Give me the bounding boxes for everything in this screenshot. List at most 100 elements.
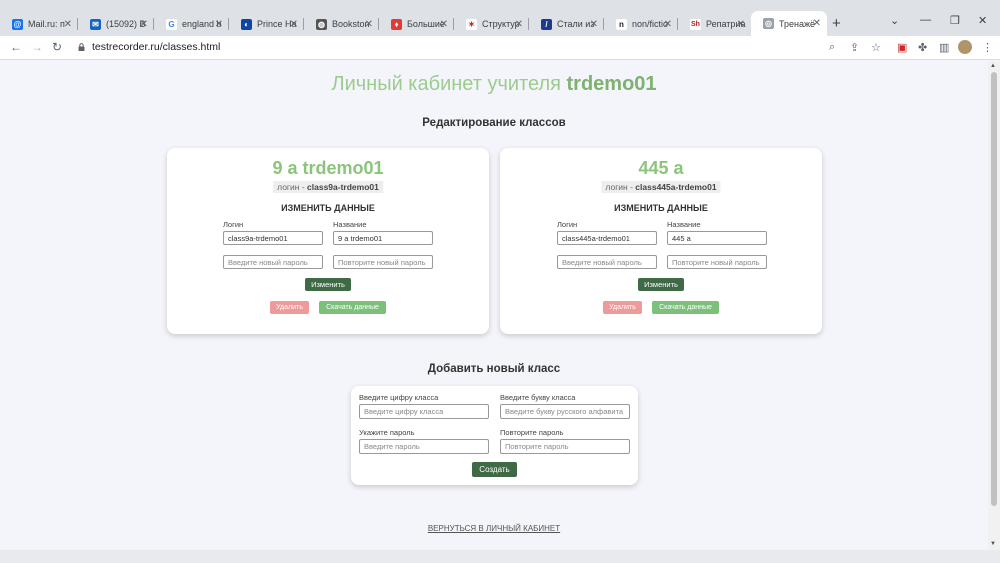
forward-arrow-icon[interactable]: → <box>31 40 43 54</box>
change-button[interactable]: Изменить <box>305 278 351 291</box>
browser-tab-strip: @ Mail.ru: п ✕ ✉ (15092) В ✕ G england b… <box>0 0 1000 36</box>
login-input[interactable] <box>223 231 323 245</box>
new-password-input[interactable] <box>557 255 657 269</box>
new-password-input[interactable] <box>223 255 323 269</box>
class-card: 445 а логин - class445a-trdemo01 ИЗМЕНИТ… <box>500 148 822 334</box>
new-tab-icon[interactable]: + <box>832 15 841 32</box>
repeat-password-input[interactable] <box>500 439 630 454</box>
globe-icon: ◍ <box>316 18 327 30</box>
back-link-text[interactable]: ВЕРНУТЬСЯ В ЛИЧНЫЙ КАБИНЕТ <box>428 524 560 533</box>
login-prefix: логин - <box>605 182 636 192</box>
browser-tab[interactable]: ✶ Структур ✕ <box>454 14 529 34</box>
back-arrow-icon[interactable]: ← <box>10 40 22 54</box>
site-icon: ◐ <box>241 18 252 30</box>
close-icon[interactable]: ✕ <box>813 18 821 29</box>
add-class-form: Введите цифру класса Введите букву класс… <box>351 386 638 485</box>
scroll-down-icon[interactable]: ▼ <box>990 541 996 547</box>
download-data-button[interactable]: Скачать данные <box>652 301 719 314</box>
delete-button[interactable]: Удалить <box>270 301 309 314</box>
minimize-icon[interactable]: — <box>920 14 931 26</box>
close-icon[interactable]: ✕ <box>737 19 745 30</box>
close-icon[interactable]: ✕ <box>590 19 598 30</box>
star-logo-icon: ✶ <box>466 18 477 30</box>
browser-tab[interactable]: ◍ Bookston ✕ <box>304 14 379 34</box>
mail-icon: @ <box>12 18 23 30</box>
status-strip <box>0 550 1000 563</box>
close-icon[interactable]: ✕ <box>365 19 373 30</box>
close-icon[interactable]: ✕ <box>140 19 148 30</box>
download-data-button[interactable]: Скачать данные <box>319 301 386 314</box>
zoom-icon[interactable]: ⌕ <box>829 41 835 54</box>
add-class-heading: Добавить новый класс <box>427 363 561 375</box>
browser-tab[interactable]: n non/fictio ✕ <box>604 14 678 34</box>
tab-search-icon[interactable]: ⌄ <box>890 14 899 27</box>
class-digit-label: Введите цифру класса <box>359 393 439 402</box>
login-input[interactable] <box>557 231 657 245</box>
create-button[interactable]: Создать <box>472 462 517 477</box>
login-label: Логин <box>557 220 578 229</box>
class-login-badge: логин - class9a-trdemo01 <box>273 181 383 193</box>
site-icon: n <box>616 18 627 30</box>
class-card: 9 а trdemo01 логин - class9a-trdemo01 ИЗ… <box>167 148 489 334</box>
change-data-heading: ИЗМЕНИТЬ ДАННЫЕ <box>614 203 708 213</box>
browser-tab[interactable]: @ Mail.ru: п ✕ <box>0 14 78 34</box>
browser-tab[interactable]: ✉ (15092) В ✕ <box>78 14 154 34</box>
name-input[interactable] <box>667 231 767 245</box>
edit-classes-heading: Редактирование классов <box>422 117 566 129</box>
avatar[interactable] <box>958 40 972 54</box>
class-letter-input[interactable] <box>500 404 630 419</box>
browser-tab[interactable]: G england b ✕ <box>154 14 229 34</box>
close-icon[interactable]: ✕ <box>64 19 72 30</box>
class-login: class445a-trdemo01 <box>635 182 717 192</box>
bookmark-star-icon[interactable]: ☆ <box>871 41 881 54</box>
site-icon: Sh <box>690 18 701 30</box>
page-title-user: trdemo01 <box>566 73 657 95</box>
password-input[interactable] <box>359 439 489 454</box>
close-window-icon[interactable]: ✕ <box>978 14 987 27</box>
close-icon[interactable]: ✕ <box>440 19 448 30</box>
site-icon: / <box>541 18 552 30</box>
address-bar-url[interactable]: testrecorder.ru/classes.html <box>92 41 220 53</box>
puzzle-icon[interactable]: ✤ <box>918 41 927 54</box>
class-login: class9a-trdemo01 <box>307 182 379 192</box>
repeat-password-input[interactable] <box>667 255 767 269</box>
repeat-password-input[interactable] <box>333 255 433 269</box>
reload-icon[interactable]: ↻ <box>52 40 62 54</box>
sidebar-icon[interactable]: ▥ <box>939 41 949 54</box>
extension-icon[interactable]: ▣ <box>897 41 907 54</box>
close-icon[interactable]: ✕ <box>664 19 672 30</box>
close-icon[interactable]: ✕ <box>515 19 523 30</box>
browser-tab[interactable]: Sh Репатриа ✕ <box>678 14 751 34</box>
name-input[interactable] <box>333 231 433 245</box>
browser-tab[interactable]: ♦ Большие ✕ <box>379 14 454 34</box>
page-content: Личный кабинет учителя trdemo01 Редактир… <box>0 61 988 550</box>
google-icon: G <box>166 18 177 30</box>
page-title-prefix: Личный кабинет учителя <box>331 73 561 95</box>
close-icon[interactable]: ✕ <box>215 19 223 30</box>
browser-tab[interactable]: ◐ Prince Ha ✕ <box>229 14 304 34</box>
class-name: 445 а <box>638 158 684 178</box>
name-label: Название <box>667 220 701 229</box>
change-button[interactable]: Изменить <box>638 278 684 291</box>
password-label: Укажите пароль <box>359 428 415 437</box>
share-icon[interactable]: ⇪ <box>850 41 859 54</box>
class-letter-label: Введите букву класса <box>500 393 576 402</box>
page-title: Личный кабинет учителя trdemo01 <box>0 73 988 96</box>
repeat-password-label: Повторите пароль <box>500 428 564 437</box>
delete-button[interactable]: Удалить <box>603 301 642 314</box>
maximize-icon[interactable]: ❐ <box>950 14 960 27</box>
login-label: Логин <box>223 220 244 229</box>
globe-icon: ◎ <box>763 18 774 29</box>
browser-tab-active[interactable]: ◎ Тренажё ✕ <box>751 11 827 36</box>
pin-icon: ♦ <box>391 18 402 30</box>
menu-dots-icon[interactable]: ⋮ <box>982 41 993 54</box>
back-to-cabinet-link[interactable]: ВЕРНУТЬСЯ В ЛИЧНЫЙ КАБИНЕТ <box>0 524 988 533</box>
class-digit-input[interactable] <box>359 404 489 419</box>
name-label: Название <box>333 220 367 229</box>
browser-toolbar: ← → ↻ testrecorder.ru/classes.html ⌕ ⇪ ☆… <box>0 36 1000 60</box>
browser-tab[interactable]: / Стали из ✕ <box>529 14 604 34</box>
envelope-icon: ✉ <box>90 18 101 30</box>
scrollbar-thumb[interactable] <box>991 72 997 506</box>
scroll-up-icon[interactable]: ▲ <box>990 63 996 69</box>
close-icon[interactable]: ✕ <box>290 19 298 30</box>
